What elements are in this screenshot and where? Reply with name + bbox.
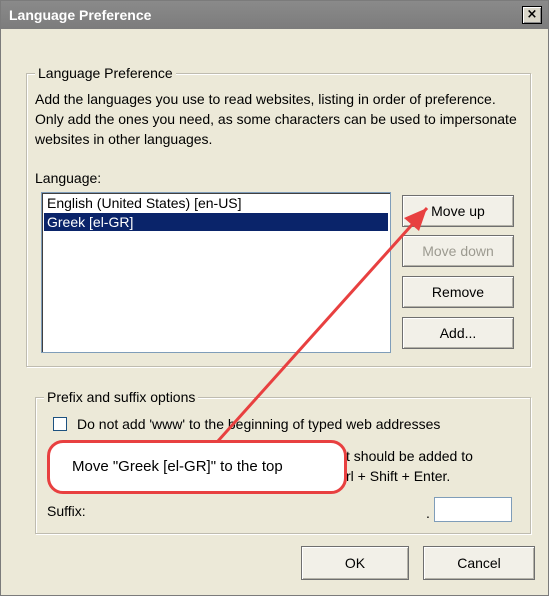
close-icon[interactable]: ×: [522, 6, 542, 24]
hint-text-line-2: rl + Shift + Enter.: [346, 468, 451, 484]
no-www-checkbox[interactable]: [53, 417, 67, 431]
suffix-dot: .: [426, 505, 430, 521]
move-up-button[interactable]: Move up: [402, 195, 514, 227]
suffix-input[interactable]: [434, 497, 512, 522]
suffix-label: Suffix:: [47, 503, 86, 519]
annotation-callout: Move "Greek [el-GR]" to the top: [47, 440, 347, 494]
language-listbox[interactable]: English (United States) [en-US] Greek [e…: [41, 192, 391, 353]
list-item-el-gr[interactable]: Greek [el-GR]: [44, 213, 388, 231]
no-www-checkbox-label: Do not add 'www' to the beginning of typ…: [77, 416, 441, 432]
language-preference-dialog: Language Preference × Language Preferenc…: [0, 0, 549, 596]
list-item-en-us[interactable]: English (United States) [en-US]: [44, 194, 388, 212]
language-list-label: Language:: [35, 170, 102, 186]
window-title: Language Preference: [9, 7, 152, 23]
ok-button[interactable]: OK: [301, 546, 409, 580]
cancel-button[interactable]: Cancel: [423, 546, 535, 580]
add-button[interactable]: Add...: [402, 317, 514, 349]
title-bar: Language Preference ×: [1, 1, 548, 29]
prefix-suffix-legend: Prefix and suffix options: [44, 389, 199, 405]
remove-button[interactable]: Remove: [402, 276, 514, 308]
language-group-legend: Language Preference: [35, 65, 176, 81]
language-description: Add the languages you use to read websit…: [35, 91, 517, 147]
hint-text-line-1: t should be added to: [346, 448, 473, 464]
move-down-button[interactable]: Move down: [402, 235, 514, 267]
